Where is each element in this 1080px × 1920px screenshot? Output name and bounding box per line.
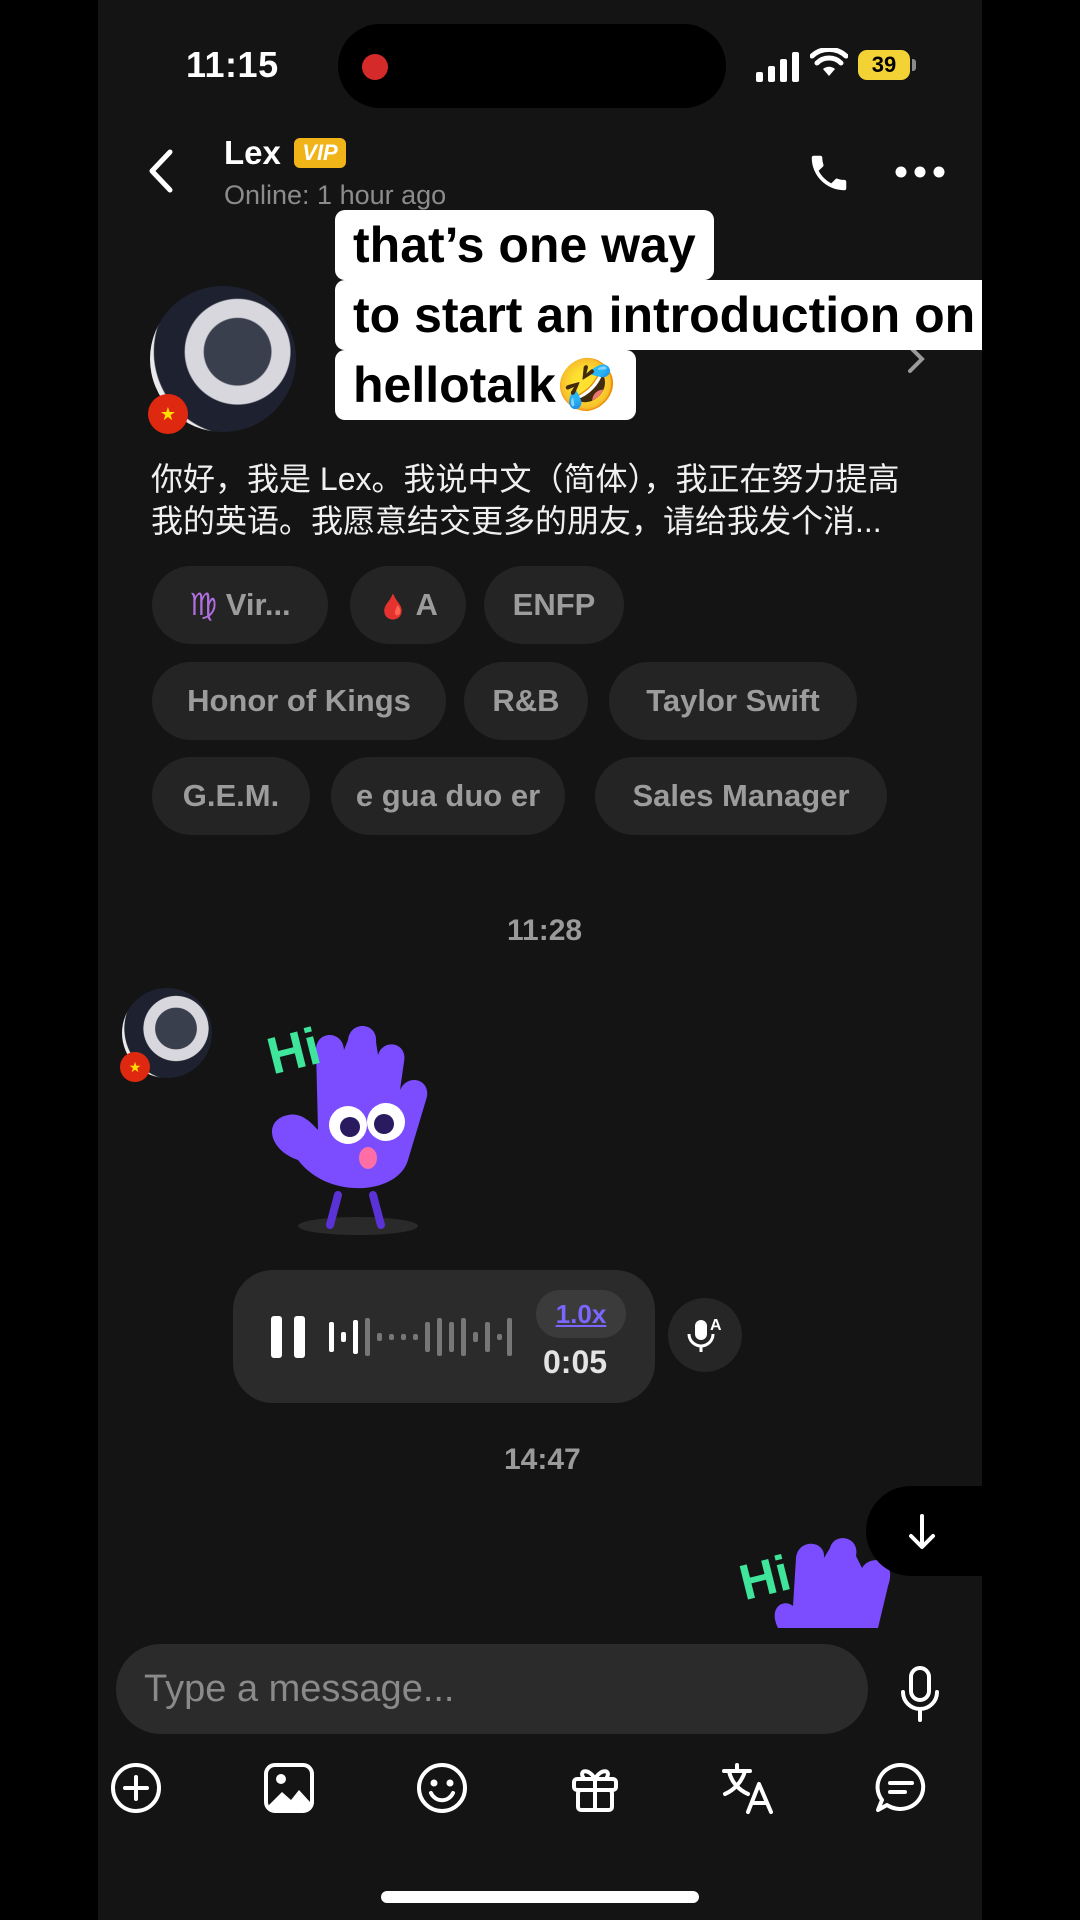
sticker-hi-text: Hi	[262, 1017, 326, 1086]
translate-icon[interactable]	[720, 1760, 776, 1816]
voice-to-text-icon: A	[687, 1317, 722, 1352]
more-options-icon[interactable]	[895, 166, 945, 178]
china-flag-icon: ★	[148, 394, 188, 434]
hi-hand-sticker[interactable]: Hi	[258, 1010, 458, 1240]
message-input[interactable]: Type a message...	[116, 1644, 868, 1734]
interest-tag[interactable]: Honor of Kings	[152, 662, 446, 740]
contact-name[interactable]: Lex	[224, 134, 281, 172]
smiley-icon[interactable]	[414, 1760, 470, 1816]
microphone-icon[interactable]	[898, 1666, 942, 1722]
voice-duration: 0:05	[543, 1344, 608, 1380]
wifi-icon	[810, 48, 848, 76]
message-timestamp: 14:47	[504, 1443, 581, 1476]
blood-type-label: A	[415, 587, 438, 622]
playback-speed-button[interactable]: 1.0x	[536, 1290, 626, 1338]
voice-message-bubble[interactable]: 1.0x 0:05	[233, 1270, 655, 1403]
audio-waveform	[329, 1318, 512, 1356]
message-timestamp: 11:28	[507, 914, 583, 947]
home-indicator[interactable]	[381, 1891, 699, 1903]
intro-line-1: 你好，我是 Lex。我说中文（简体），我正在努力提高	[151, 461, 900, 497]
online-status: Online: 1 hour ago	[224, 180, 447, 210]
interest-tag[interactable]: G.E.M.	[152, 757, 310, 835]
blood-drop-icon: 🩸	[378, 594, 409, 621]
mbti-tag[interactable]: ENFP	[484, 566, 624, 644]
caption-line-2: to start an introduction on	[335, 280, 982, 350]
image-icon[interactable]	[261, 1760, 317, 1816]
phone-call-icon[interactable]	[806, 150, 852, 196]
interest-tag[interactable]: e gua duo er	[331, 757, 565, 835]
interest-tag[interactable]: R&B	[464, 662, 588, 740]
battery-tip	[912, 59, 916, 71]
caption-line-3: hellotalk🤣	[335, 350, 637, 420]
scroll-to-bottom-button[interactable]	[866, 1486, 982, 1576]
battery-indicator: 39	[858, 50, 910, 80]
transcribe-button[interactable]: A	[668, 1298, 742, 1372]
profile-intro[interactable]: 你好，我是 Lex。我说中文（简体），我正在努力提高 我的英语。我愿意结交更多的…	[151, 458, 931, 542]
recording-indicator-icon	[362, 54, 388, 80]
dynamic-island	[338, 24, 726, 108]
zodiac-label: Vir...	[225, 587, 291, 622]
plus-circle-icon[interactable]	[108, 1760, 164, 1816]
svg-text:A: A	[710, 1317, 722, 1334]
arrow-down-icon	[909, 1514, 935, 1549]
chat-screen: 11:15 39 Lex VIP Online: 1 hour ago ★ 你好…	[98, 0, 982, 1920]
virgo-icon: ♍	[189, 587, 218, 622]
blood-type-tag[interactable]: 🩸 A	[350, 566, 466, 644]
china-flag-icon: ★	[120, 1052, 150, 1082]
gift-icon[interactable]	[567, 1760, 623, 1816]
zodiac-tag[interactable]: ♍ Vir...	[152, 566, 328, 644]
interest-tag[interactable]: Taylor Swift	[609, 662, 857, 740]
pause-icon[interactable]	[269, 1316, 309, 1358]
back-arrow-icon[interactable]	[142, 146, 182, 196]
caption-line-1: that’s one way	[335, 210, 714, 280]
chat-bubble-icon[interactable]	[873, 1760, 929, 1816]
status-time: 11:15	[186, 44, 279, 85]
intro-line-2: 我的英语。我愿意结交更多的朋友，请给我发个消...	[151, 503, 882, 539]
occupation-tag[interactable]: Sales Manager	[595, 757, 887, 835]
cellular-signal-icon	[756, 52, 799, 82]
vip-badge: VIP	[294, 138, 346, 168]
sticker-hi-text: Hi	[738, 1545, 796, 1611]
